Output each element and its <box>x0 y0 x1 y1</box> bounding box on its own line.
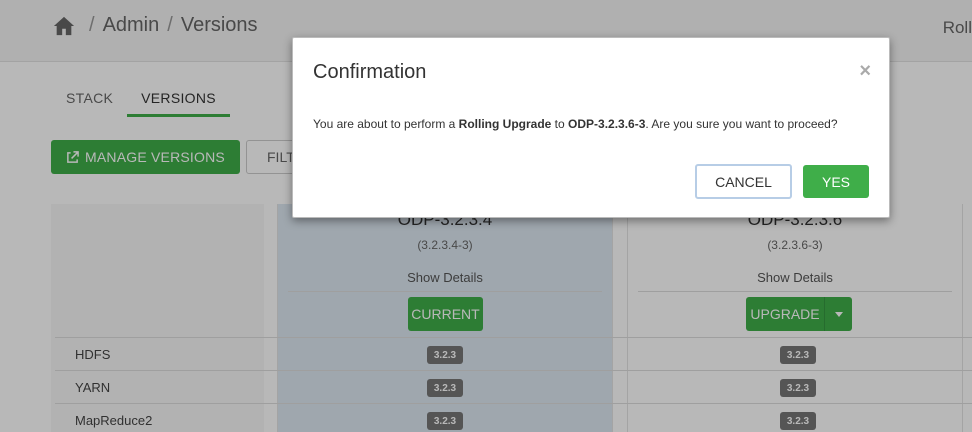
yes-button[interactable]: YES <box>803 165 869 198</box>
message-text: . Are you sure you want to proceed? <box>645 117 838 131</box>
dialog-title: Confirmation <box>313 61 427 83</box>
confirmation-dialog: Confirmation × You are about to perform … <box>292 37 890 218</box>
dialog-message: You are about to perform a Rolling Upgra… <box>313 117 838 131</box>
message-text: to <box>551 117 569 131</box>
close-icon[interactable]: × <box>859 61 871 81</box>
cancel-button[interactable]: CANCEL <box>695 164 792 199</box>
message-text: You are about to perform a <box>313 117 459 131</box>
upgrade-type: Rolling Upgrade <box>458 117 552 131</box>
target-version: ODP-3.2.3.6-3 <box>568 117 646 131</box>
